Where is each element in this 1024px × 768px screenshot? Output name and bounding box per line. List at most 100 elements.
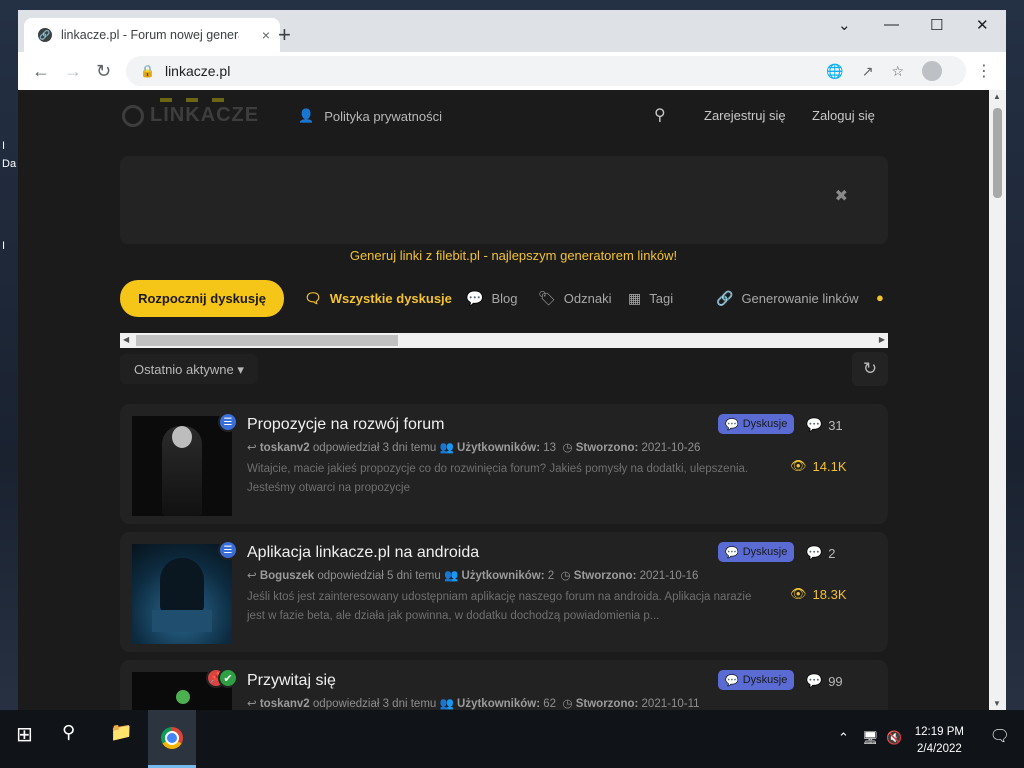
thumbnail-hood bbox=[160, 558, 204, 614]
privacy-link[interactable]: 👤 Polityka prywatności bbox=[298, 108, 442, 124]
discussion-thumbnail[interactable] bbox=[132, 544, 232, 644]
refresh-button[interactable]: ↻ bbox=[852, 352, 888, 386]
caret-down-icon: ▾ bbox=[237, 362, 244, 377]
author-link[interactable]: Boguszek bbox=[260, 570, 314, 582]
reply-count: 💬 2 bbox=[806, 545, 835, 561]
address-bar[interactable]: 🔒 linkacze.pl 🌐 ↗ ☆ bbox=[126, 56, 966, 86]
reply-count: 💬 99 bbox=[806, 673, 843, 689]
clock-date: 2/4/2022 bbox=[917, 743, 962, 755]
comments-icon: 💬 bbox=[725, 546, 739, 559]
network-icon[interactable]: 🖥 bbox=[862, 730, 879, 746]
login-link[interactable]: Zaloguj się bbox=[812, 108, 875, 123]
maximize-icon[interactable]: ☐ bbox=[930, 16, 943, 34]
reply-action: odpowiedział 3 dni temu bbox=[312, 442, 437, 454]
comments-icon: 💬 bbox=[725, 418, 739, 431]
tab-search-chevron-icon[interactable]: ⌄ bbox=[838, 16, 851, 34]
promo-link[interactable]: Generuj linki z filebit.pl - najlepszym … bbox=[18, 248, 989, 263]
more-nav-icon[interactable]: ● bbox=[876, 290, 884, 305]
close-window-icon[interactable]: ✕ bbox=[976, 16, 989, 34]
forward-icon[interactable]: → bbox=[64, 61, 82, 82]
clock-time: 12:19 PM bbox=[914, 726, 964, 738]
users-count: 13 bbox=[543, 442, 557, 454]
notifications-icon[interactable]: 🗨 bbox=[990, 726, 1010, 746]
back-icon[interactable]: ← bbox=[32, 61, 50, 82]
browser-window: 🔗 linkacze.pl - Forum nowej genera × + ⌄… bbox=[18, 10, 1006, 710]
close-banner-icon[interactable]: ✖ bbox=[835, 186, 848, 206]
clock-icon: ◷ bbox=[559, 698, 576, 710]
discussion-title[interactable]: Aplikacja linkacze.pl na androida bbox=[247, 544, 479, 562]
minimize-icon[interactable]: — bbox=[884, 16, 899, 33]
badge-icon: 🏷 bbox=[538, 290, 556, 306]
discussion-item[interactable]: 📌 ✔ Przywitaj się ↩ toskanv2 odpowiedzia… bbox=[120, 660, 888, 710]
bookmark-star-icon[interactable]: ☆ bbox=[891, 63, 904, 80]
tag-badge[interactable]: 💬 Dyskusje bbox=[718, 414, 795, 434]
scroll-left-icon[interactable]: ◀ bbox=[123, 335, 129, 344]
tag-badge[interactable]: 💬 Dyskusje bbox=[718, 542, 795, 562]
file-explorer-icon[interactable]: 📁 bbox=[110, 722, 132, 743]
eye-icon: 👁 bbox=[790, 458, 807, 473]
discussion-title[interactable]: Propozycje na rozwój forum bbox=[247, 416, 444, 434]
scroll-down-icon[interactable]: ▼ bbox=[993, 699, 1001, 708]
site-logo[interactable]: LINKACZE bbox=[122, 98, 260, 127]
scroll-thumb[interactable] bbox=[993, 108, 1002, 198]
tag-badge[interactable]: 💬 Dyskusje bbox=[718, 670, 795, 690]
horizontal-scrollbar[interactable]: ◀ ▶ bbox=[120, 333, 888, 348]
page-viewport: LINKACZE 👤 Polityka prywatności ⚲ Zareje… bbox=[18, 90, 989, 710]
desktop-icon-label[interactable]: I bbox=[2, 140, 5, 152]
new-tab-button[interactable]: + bbox=[278, 24, 291, 46]
ad-banner: ✖ bbox=[120, 156, 888, 244]
view-count: 👁 18.3K bbox=[790, 586, 847, 602]
created-date: 2021-10-16 bbox=[639, 570, 699, 582]
tray-chevron-icon[interactable]: ⌃ bbox=[838, 730, 849, 746]
scroll-thumb[interactable] bbox=[136, 335, 398, 346]
reply-count-value: 99 bbox=[828, 673, 843, 689]
nav-blog[interactable]: 💬 Blog bbox=[466, 290, 517, 307]
clock-icon: ◷ bbox=[559, 442, 576, 454]
reload-icon[interactable]: ↻ bbox=[96, 61, 111, 82]
nav-tags[interactable]: ▦ Tagi bbox=[628, 290, 673, 307]
share-icon[interactable]: ↗ bbox=[862, 63, 874, 80]
profile-avatar-icon[interactable] bbox=[922, 61, 942, 81]
desktop-icon-label[interactable]: Da bbox=[2, 158, 16, 170]
tab-title: linkacze.pl - Forum nowej genera bbox=[61, 28, 239, 42]
nav-badges[interactable]: 🏷 Odznaki bbox=[538, 290, 611, 307]
nav-all-discussions[interactable]: 🗨 Wszystkie dyskusje bbox=[304, 290, 452, 307]
start-discussion-button[interactable]: Rozpocznij dyskusję bbox=[120, 280, 284, 317]
reply-icon: ↩ bbox=[247, 442, 257, 454]
lock-icon[interactable]: 🔒 bbox=[140, 64, 155, 78]
discussion-excerpt: Jeśli ktoś jest zainteresowany udostępni… bbox=[247, 591, 752, 622]
scroll-right-icon[interactable]: ▶ bbox=[879, 335, 885, 344]
discussion-title[interactable]: Przywitaj się bbox=[247, 672, 336, 690]
author-link[interactable]: toskanv2 bbox=[260, 442, 310, 454]
eye-icon: 👁 bbox=[790, 586, 807, 601]
chrome-taskbar-button[interactable] bbox=[148, 710, 196, 768]
created-date: 2021-10-26 bbox=[641, 442, 701, 454]
browser-menu-icon[interactable]: ⋮ bbox=[976, 61, 992, 81]
translate-icon[interactable]: 🌐 bbox=[826, 63, 843, 80]
nav-label: Generowanie linków bbox=[741, 291, 859, 306]
search-icon[interactable]: ⚲ bbox=[654, 105, 666, 125]
tab-close-icon[interactable]: × bbox=[262, 27, 270, 43]
desktop-icon-label[interactable]: I bbox=[2, 240, 5, 252]
nav-label: Wszystkie dyskusje bbox=[329, 291, 452, 306]
system-clock[interactable]: 12:19 PM 2/4/2022 bbox=[915, 724, 964, 758]
logo-dots bbox=[160, 98, 224, 102]
logo-text: LINKACZE bbox=[150, 104, 260, 126]
author-link[interactable]: toskanv2 bbox=[260, 698, 310, 710]
comment-icon: 💬 bbox=[806, 673, 823, 688]
register-link[interactable]: Zarejestruj się bbox=[704, 108, 786, 123]
browser-toolbar: ← → ↻ 🔒 linkacze.pl 🌐 ↗ ☆ ⋮ bbox=[18, 52, 1006, 90]
vertical-scrollbar[interactable]: ▲ ▼ bbox=[989, 90, 1006, 710]
discussion-item[interactable]: ☰ Aplikacja linkacze.pl na androida ↩ Bo… bbox=[120, 532, 888, 652]
browser-tab[interactable]: 🔗 linkacze.pl - Forum nowej genera × bbox=[24, 18, 280, 52]
discussion-item[interactable]: ☰ Propozycje na rozwój forum ↩ toskanv2 … bbox=[120, 404, 888, 524]
search-icon[interactable]: ⚲ bbox=[62, 722, 75, 743]
volume-muted-icon[interactable]: 🔇 bbox=[886, 730, 902, 746]
discussion-thumbnail[interactable] bbox=[132, 416, 232, 516]
scroll-up-icon[interactable]: ▲ bbox=[993, 92, 1001, 101]
windows-start-icon[interactable]: ⊞ bbox=[16, 722, 33, 747]
tag-label: Dyskusje bbox=[742, 674, 788, 686]
nav-link-generator[interactable]: 🔗 Generowanie linków bbox=[716, 290, 859, 307]
sort-dropdown[interactable]: Ostatnio aktywne ▾ bbox=[120, 354, 258, 384]
tag-label: Dyskusje bbox=[742, 418, 788, 430]
